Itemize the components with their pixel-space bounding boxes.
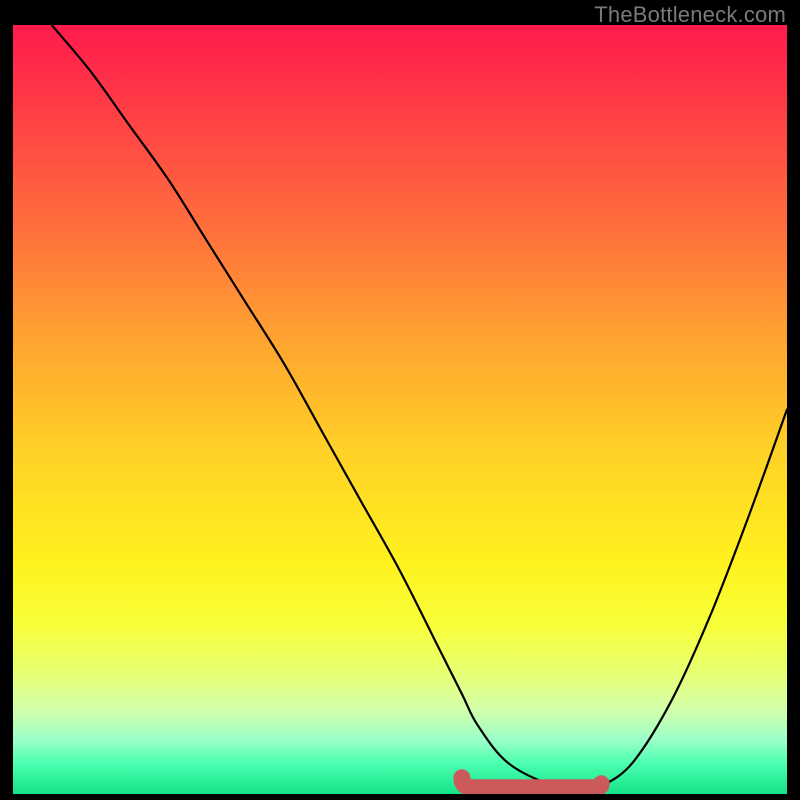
chart-frame	[13, 25, 787, 794]
optimal-marker	[462, 778, 601, 788]
chart-svg	[13, 25, 787, 794]
bottleneck-curve	[52, 25, 787, 790]
